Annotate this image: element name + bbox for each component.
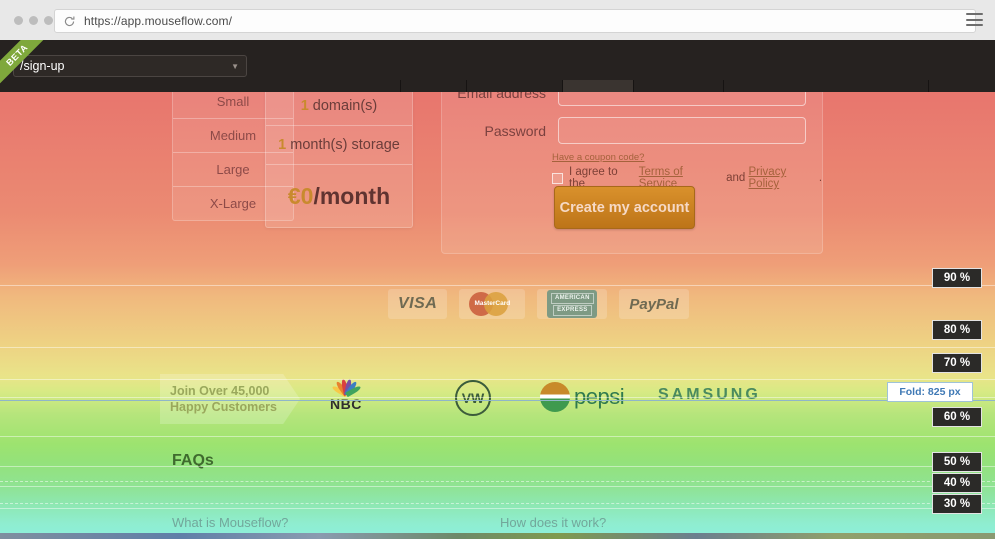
- heatmap-separator-line: [0, 486, 995, 487]
- privacy-policy-link[interactable]: Privacy Policy: [749, 166, 819, 190]
- nbc-logo: NBC: [330, 378, 362, 412]
- maximize-window-button[interactable]: [44, 15, 53, 25]
- email-label: Email address: [457, 92, 546, 101]
- plan-price-period: /month: [313, 182, 391, 209]
- heatmap-separator-line: [0, 379, 995, 380]
- heatmap-dashed-line: [0, 481, 995, 482]
- faq-question-2[interactable]: How does it work?: [500, 515, 606, 530]
- plan-domains-count: 1: [300, 98, 309, 114]
- visa-label: VISA: [398, 295, 438, 312]
- scroll-percentage-badge: 30 %: [932, 494, 982, 514]
- heatmap-separator-line: [0, 397, 995, 398]
- email-row: Email address: [442, 92, 806, 106]
- agree-middle: and: [726, 172, 746, 184]
- volkswagen-label: VW: [455, 380, 491, 416]
- plan-domains-label: domain(s): [312, 98, 378, 114]
- coupon-code-link[interactable]: Have a coupon code?: [552, 152, 644, 163]
- volkswagen-logo: VW: [455, 380, 491, 416]
- url-text: https://app.mouseflow.com/: [84, 14, 233, 28]
- page-path-value: /sign-up: [20, 59, 65, 73]
- mastercard-label: MasterCard: [474, 300, 511, 307]
- customers-section: Join Over 45,000 Happy Customers NBC VW …: [0, 374, 995, 424]
- faq-heading: FAQs: [172, 452, 214, 469]
- mouseflow-scroll-heatmap-screen: https://app.mouseflow.com/ BETA /sign-up…: [0, 0, 995, 539]
- page-content: Small Medium Large X-Large 1 domain(s) 1…: [0, 92, 995, 539]
- visa-icon: VISA: [388, 289, 448, 319]
- faq-question-1[interactable]: What is Mouseflow?: [172, 515, 288, 530]
- scroll-percentage-badge: 80 %: [932, 320, 982, 340]
- plan-storage-row: 1 month(s) storage: [266, 126, 412, 165]
- scroll-percentage-badge: 70 %: [932, 353, 982, 373]
- plan-price: €0 /month: [266, 165, 412, 227]
- password-label: Password: [484, 122, 546, 139]
- browser-chrome: https://app.mouseflow.com/: [0, 0, 995, 41]
- plan-domains-row: 1 domain(s): [266, 92, 412, 126]
- heatmap-dashed-line: [0, 503, 995, 504]
- chevron-down-icon: ▼: [231, 61, 239, 71]
- browser-menu-icon[interactable]: [966, 13, 983, 26]
- password-field[interactable]: [558, 117, 806, 144]
- samsung-label: SAMSUNG: [658, 386, 761, 403]
- window-controls[interactable]: [14, 15, 53, 25]
- address-bar[interactable]: https://app.mouseflow.com/: [54, 9, 976, 33]
- agree-suffix: .: [818, 172, 823, 184]
- amex-label-top: AMERICAN: [550, 292, 594, 304]
- signup-form: Email address Password Have a coupon cod…: [441, 92, 823, 254]
- close-window-button[interactable]: [14, 15, 23, 25]
- amex-icon: AMERICAN EXPRESS: [537, 289, 608, 319]
- paypal-icon: PayPal: [619, 289, 689, 319]
- plan-storage-count: 1: [278, 137, 287, 153]
- heatmap-separator-line: [0, 285, 995, 286]
- password-row: Password: [442, 117, 806, 144]
- paypal-label: PayPal: [629, 295, 679, 313]
- heatmap-separator-line: [0, 508, 995, 509]
- customers-headline: Join Over 45,000 Happy Customers: [160, 374, 300, 424]
- amex-label-bottom: EXPRESS: [553, 304, 592, 316]
- fold-line: [0, 400, 995, 401]
- heatmap-separator-line: [0, 436, 995, 437]
- plan-price-amount: €0: [287, 182, 314, 209]
- create-account-button[interactable]: Create my account: [554, 186, 695, 229]
- scroll-heatmap-overlay: Small Medium Large X-Large 1 domain(s) 1…: [0, 92, 995, 539]
- reload-icon[interactable]: [63, 15, 76, 28]
- scroll-percentage-badge: 90 %: [932, 268, 982, 288]
- create-account-label: Create my account: [559, 199, 690, 216]
- samsung-logo: SAMSUNG: [658, 386, 761, 404]
- fold-marker: Fold: 825 px: [887, 382, 973, 402]
- minimize-window-button[interactable]: [29, 15, 38, 25]
- fold-marker-label: Fold: 825 px: [899, 386, 961, 398]
- nbc-peacock-icon: [331, 378, 362, 398]
- scroll-percentage-badge: 50 %: [932, 452, 982, 472]
- mastercard-icon: MasterCard: [459, 289, 526, 319]
- scroll-percentage-badge: 60 %: [932, 407, 982, 427]
- heatmap-separator-line: [0, 347, 995, 348]
- selected-plan-card: 1 domain(s) 1 month(s) storage €0 /month: [265, 92, 413, 228]
- page-path-select[interactable]: /sign-up ▼: [13, 55, 247, 77]
- terms-checkbox[interactable]: [552, 172, 563, 184]
- customers-headline-line2: Happy Customers: [170, 400, 277, 414]
- scroll-percentage-badge: 40 %: [932, 473, 982, 493]
- nbc-label: NBC: [330, 396, 362, 412]
- page-footer-strip: [0, 533, 995, 539]
- mouseflow-toolbar: BETA /sign-up ▼ OPACITY Click Movement S…: [0, 40, 995, 133]
- plan-storage-label: month(s) storage: [290, 137, 400, 153]
- email-field[interactable]: [558, 92, 806, 106]
- payment-logos: VISA MasterCard AMERICAN EXPRESS PayPal: [388, 289, 689, 319]
- heatmap-separator-line: [0, 466, 995, 467]
- payment-methods-bar: VISA MasterCard AMERICAN EXPRESS PayPal: [0, 289, 995, 329]
